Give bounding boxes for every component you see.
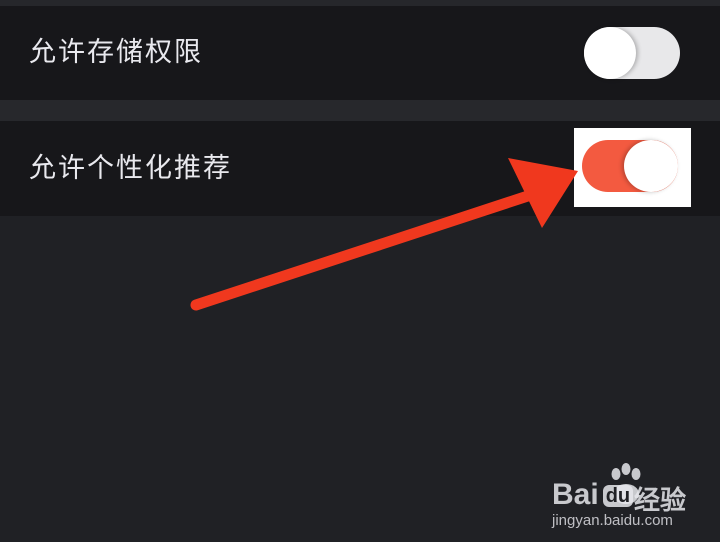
- storage-permission-label: 允许存储权限: [29, 37, 203, 68]
- toggle-knob: [584, 27, 636, 79]
- personalized-recommendation-label: 允许个性化推荐: [29, 153, 232, 184]
- watermark-brand-du: du: [602, 484, 634, 507]
- baidu-jingyan-watermark: Bai du 经验 jingyan.baidu.com: [548, 462, 718, 532]
- setting-row-storage-permission: 允许存储权限: [0, 6, 720, 100]
- toggle-knob: [624, 140, 678, 192]
- personalized-recommendation-toggle[interactable]: [582, 140, 678, 192]
- watermark-brand-bai: Bai du: [552, 478, 634, 512]
- watermark-url: jingyan.baidu.com: [552, 512, 673, 529]
- section-divider: [0, 100, 720, 121]
- storage-permission-toggle[interactable]: [584, 27, 680, 79]
